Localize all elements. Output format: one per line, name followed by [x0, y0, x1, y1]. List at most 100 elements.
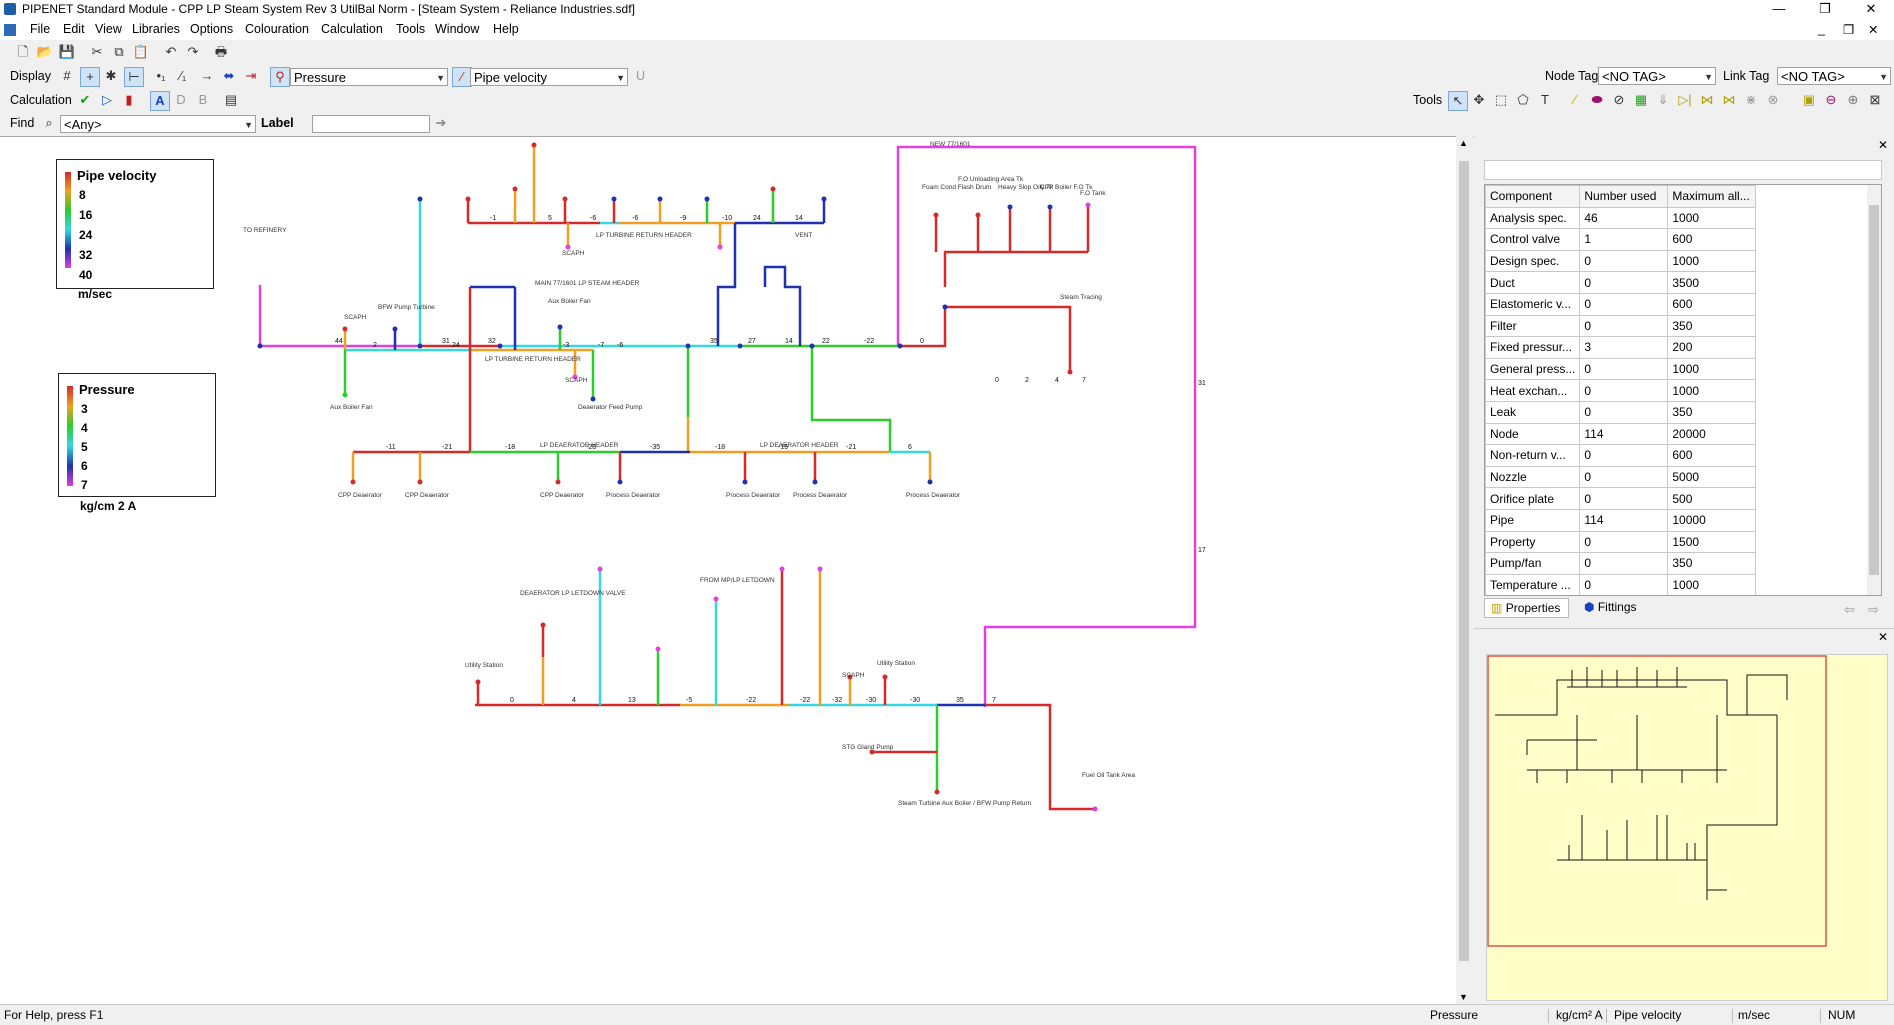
maximum-cell[interactable]: 600 — [1667, 444, 1757, 467]
pipe[interactable] — [763, 265, 802, 346]
node-colour-icon[interactable]: ⚲ — [270, 67, 290, 87]
pipe[interactable] — [896, 145, 1197, 707]
table-row[interactable]: Duct 0 3500 — [1485, 271, 1757, 294]
print-icon[interactable]: 🖶 — [212, 43, 230, 61]
component-cell[interactable]: Nozzle — [1485, 465, 1581, 489]
component-cell[interactable]: Filter — [1485, 314, 1581, 338]
stop-icon[interactable]: ▮ — [120, 91, 138, 109]
nav-back-icon[interactable]: ⇦ — [1844, 602, 1855, 618]
schematic-canvas[interactable]: TO REFINERY MAIN 77/1601 LP STEAM HEADER… — [0, 136, 1456, 1005]
number-used-cell[interactable]: 0 — [1579, 357, 1669, 381]
table-row[interactable]: Property 0 1500 — [1485, 530, 1757, 554]
pipe-velocity-legend[interactable]: Pipe velocity 8 16 24 32 40 — [56, 159, 214, 289]
table-row[interactable]: Node 114 20000 — [1485, 422, 1757, 446]
go-arrow-icon[interactable]: ➔ — [432, 114, 450, 132]
number-used-cell[interactable]: 0 — [1579, 487, 1669, 510]
grid-icon[interactable]: # — [58, 67, 76, 85]
run-icon[interactable]: ▷ — [98, 91, 116, 109]
scrollbar-thumb[interactable] — [1459, 161, 1469, 961]
restore-button[interactable]: ❐ — [1802, 0, 1848, 20]
component-cell[interactable]: Fixed pressur... — [1485, 336, 1581, 359]
snap-icon[interactable]: ✱ — [102, 67, 120, 85]
maximum-cell[interactable]: 350 — [1667, 552, 1757, 575]
number-used-cell[interactable]: 46 — [1579, 206, 1669, 230]
number-used-cell[interactable]: 3 — [1579, 336, 1669, 359]
table-row[interactable]: Analysis spec. 46 1000 — [1485, 206, 1757, 230]
node-tag-select[interactable]: <NO TAG> ▼ — [1598, 67, 1716, 85]
nozzle-icon[interactable]: ▷| — [1676, 91, 1694, 109]
number-used-cell[interactable]: 114 — [1579, 508, 1669, 532]
maximum-cell[interactable]: 1500 — [1667, 530, 1757, 554]
table-row[interactable]: Pump/fan 0 350 — [1485, 552, 1757, 575]
copy-icon[interactable]: ⧉ — [110, 43, 128, 61]
polygon-select-icon[interactable]: ⬠ — [1514, 91, 1532, 109]
open-folder-icon[interactable]: 📂 — [36, 43, 54, 61]
scroll-up-icon[interactable]: ▲ — [1459, 138, 1468, 148]
flow-direction-icon[interactable]: ⬌ — [220, 67, 238, 85]
calc-b-button[interactable]: B — [194, 91, 212, 109]
menu-tools[interactable]: Tools — [396, 22, 425, 36]
redo-icon[interactable]: ↷ — [184, 43, 202, 61]
table-row[interactable]: Non-return v... 0 600 — [1485, 444, 1757, 467]
cross-icon[interactable]: + — [80, 67, 100, 87]
link-number-icon[interactable]: ⁄₁ — [174, 67, 192, 85]
component-cell[interactable]: Elastomeric v... — [1485, 292, 1581, 316]
find-type-select[interactable]: <Any> ▼ — [60, 115, 256, 133]
text-tool-icon[interactable]: T — [1536, 91, 1554, 109]
component-cell[interactable]: Non-return v... — [1485, 444, 1581, 467]
component-cell[interactable]: Pipe — [1485, 508, 1581, 532]
maximum-cell[interactable]: 200 — [1667, 336, 1757, 359]
component-cell[interactable]: Duct — [1485, 271, 1581, 294]
report-icon[interactable]: ▤ — [222, 91, 240, 109]
elastomeric-valve-icon[interactable]: ⋇ — [1742, 91, 1760, 109]
leak-icon[interactable]: ⊗ — [1764, 91, 1782, 109]
menu-help[interactable]: Help — [493, 22, 519, 36]
save-icon[interactable]: 💾 — [58, 43, 76, 61]
number-used-cell[interactable]: 0 — [1579, 573, 1669, 595]
move-icon[interactable]: ✥ — [1470, 91, 1488, 109]
tab-fittings[interactable]: ⬢ Fittings — [1578, 598, 1643, 616]
menu-calculation[interactable]: Calculation — [321, 22, 383, 36]
control-valve-icon[interactable]: ⋈ — [1720, 91, 1738, 109]
table-row[interactable]: Elastomeric v... 0 600 — [1485, 292, 1757, 316]
maximum-cell[interactable]: 1000 — [1667, 206, 1757, 230]
calc-d-button[interactable]: D — [172, 91, 190, 109]
close-icon[interactable]: ✕ — [1878, 138, 1888, 152]
ortho-icon[interactable]: ⊢ — [124, 67, 144, 87]
component-cell[interactable]: Heat exchan... — [1485, 379, 1581, 402]
menu-options[interactable]: Options — [190, 22, 233, 36]
maximum-cell[interactable]: 1000 — [1667, 357, 1757, 381]
table-row[interactable]: Pipe 114 10000 — [1485, 508, 1757, 532]
arrow-right-icon[interactable]: → — [198, 67, 216, 85]
component-cell[interactable]: Design spec. — [1485, 249, 1581, 273]
label-input[interactable] — [312, 115, 430, 133]
pipe-tool-icon[interactable]: ⁄ — [1566, 91, 1584, 109]
component-cell[interactable]: Leak — [1485, 400, 1581, 424]
calc-a-button[interactable]: A — [150, 91, 170, 111]
number-used-cell[interactable]: 0 — [1579, 400, 1669, 424]
pipe[interactable] — [945, 305, 1072, 372]
maximum-cell[interactable]: 600 — [1667, 228, 1757, 251]
table-row[interactable]: Temperature ... 0 1000 — [1485, 573, 1757, 595]
table-row[interactable]: General press... 0 1000 — [1485, 357, 1757, 381]
table-row[interactable]: Nozzle 0 5000 — [1485, 465, 1757, 489]
nav-forward-icon[interactable]: ⇨ — [1868, 602, 1879, 618]
general-component-icon[interactable]: ⊠ — [1866, 91, 1884, 109]
maximum-cell[interactable]: 3500 — [1667, 271, 1757, 294]
node-number-icon[interactable]: •₁ — [152, 67, 170, 85]
number-used-cell[interactable]: 0 — [1579, 465, 1669, 489]
mdi-restore-button[interactable]: ❐ — [1843, 22, 1854, 37]
link-colour-icon[interactable]: ⁄ — [452, 67, 472, 87]
number-used-cell[interactable]: 1 — [1579, 228, 1669, 251]
node-colouring-select[interactable]: Pressure ▼ — [290, 68, 448, 86]
component-cell[interactable]: Node — [1485, 422, 1581, 446]
flow-reverse-icon[interactable]: ⇥ — [242, 67, 260, 85]
number-used-cell[interactable]: 0 — [1579, 292, 1669, 316]
paste-icon[interactable]: 📋 — [132, 43, 150, 61]
duct-tool-icon[interactable]: ⬬ — [1588, 91, 1606, 109]
table-row[interactable]: Leak 0 350 — [1485, 400, 1757, 424]
menu-view[interactable]: View — [95, 22, 122, 36]
canvas-vertical-scrollbar[interactable]: ▲ ▼ — [1456, 136, 1472, 1004]
maximum-cell[interactable]: 10000 — [1667, 508, 1757, 532]
table-vertical-scrollbar[interactable] — [1867, 185, 1881, 595]
